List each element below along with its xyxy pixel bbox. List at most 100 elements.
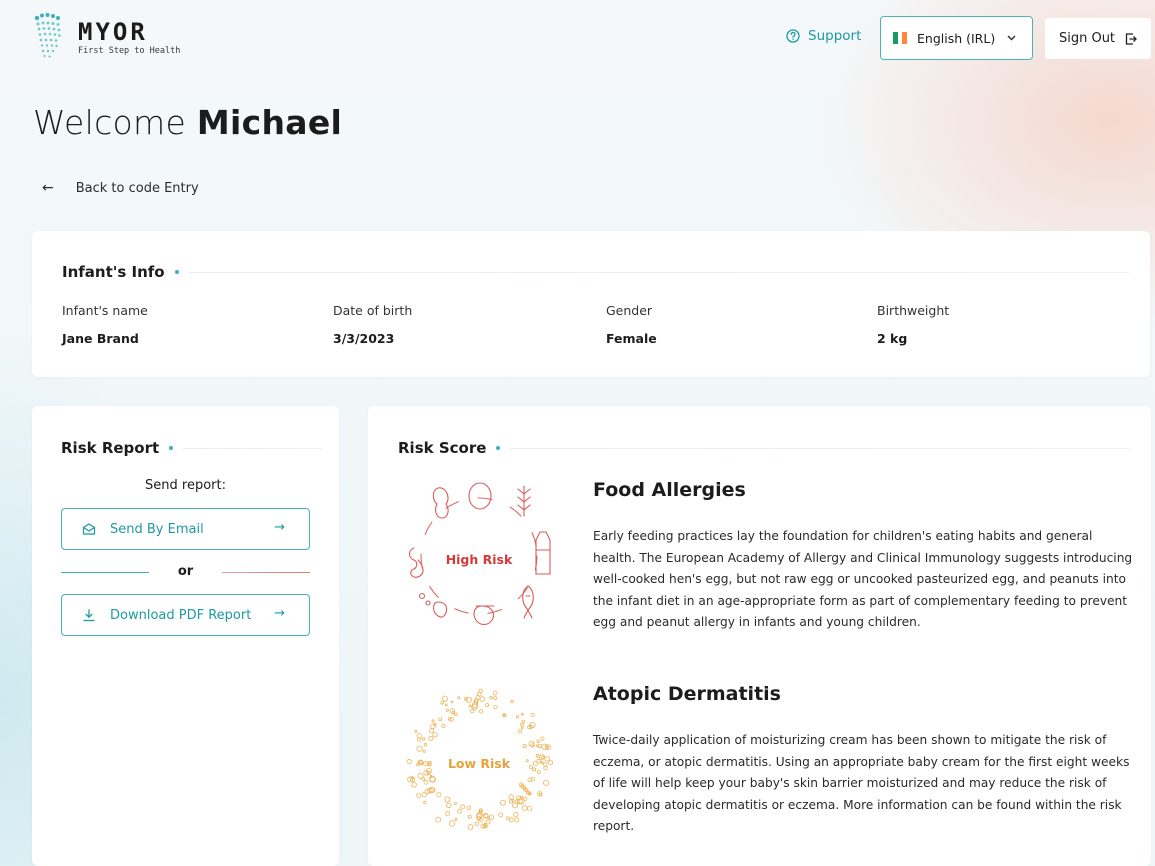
skin-dot bbox=[520, 712, 524, 716]
skin-dot bbox=[543, 779, 550, 786]
skin-dot bbox=[489, 695, 493, 700]
download-pdf-report-button[interactable]: Download PDF Report → bbox=[61, 594, 310, 636]
info-value: 2 kg bbox=[877, 331, 908, 346]
language-label: English (IRL) bbox=[917, 30, 996, 46]
skin-dot bbox=[411, 782, 417, 788]
infant-info-header: Infant's Info bbox=[62, 263, 1129, 281]
skin-dot bbox=[441, 723, 446, 728]
title-dot bbox=[169, 446, 174, 450]
risk-item-title: Atopic Dermatitis bbox=[593, 683, 781, 705]
title-dot bbox=[496, 446, 501, 450]
skin-dot bbox=[508, 817, 514, 823]
arrow-right-icon: → bbox=[274, 606, 285, 621]
skin-dot bbox=[453, 802, 457, 806]
logout-icon bbox=[1125, 32, 1137, 45]
skin-dot bbox=[485, 819, 491, 825]
back-link-label: Back to code Entry bbox=[75, 180, 199, 196]
skin-dot bbox=[423, 779, 429, 785]
skin-dot bbox=[416, 793, 422, 798]
skin-dot bbox=[484, 813, 489, 818]
skin-dot bbox=[414, 729, 418, 733]
info-field-gender: Gender Female bbox=[606, 303, 657, 347]
risk-score-card: Risk Score High Risk Food Allergies Earl… bbox=[368, 406, 1151, 866]
skin-dot bbox=[492, 690, 498, 696]
info-label: Date of birth bbox=[333, 303, 413, 318]
user-name: Michael bbox=[196, 103, 343, 142]
send-by-email-button[interactable]: Send By Email → bbox=[61, 508, 310, 550]
title-dot bbox=[174, 270, 179, 274]
top-header: MYOR First Step to Health Support Englis… bbox=[0, 0, 1155, 78]
skin-dot bbox=[508, 794, 514, 800]
info-field-name: Infant's name Jane Brand bbox=[62, 303, 148, 347]
skin-dot bbox=[469, 708, 475, 714]
page-title: Welcome Michael bbox=[33, 103, 342, 142]
myor-logo[interactable]: MYOR First Step to Health bbox=[32, 12, 202, 62]
download-icon bbox=[83, 609, 95, 622]
skin-dot bbox=[428, 728, 434, 734]
skin-dot bbox=[450, 700, 454, 704]
risk-item-text: Food Allergies Early feeding practices l… bbox=[593, 478, 1138, 634]
skin-dot bbox=[512, 811, 519, 818]
skin-dot bbox=[438, 717, 443, 722]
info-label: Gender bbox=[606, 303, 653, 318]
skin-dot bbox=[416, 733, 422, 739]
skin-dot bbox=[422, 750, 426, 753]
skin-dot bbox=[416, 745, 423, 752]
info-label: Infant's name bbox=[62, 303, 148, 318]
info-value: Female bbox=[606, 331, 657, 346]
skin-dot bbox=[498, 812, 504, 818]
skin-dot bbox=[485, 703, 490, 708]
infant-info-grid: Infant's name Jane Brand Date of birth 3… bbox=[62, 303, 1122, 353]
or-divider: or bbox=[61, 564, 310, 582]
support-link[interactable]: Support bbox=[786, 28, 861, 44]
skin-dot bbox=[457, 808, 462, 814]
skin-dot bbox=[521, 719, 526, 724]
skin-dot bbox=[478, 688, 483, 694]
skin-dot bbox=[445, 708, 449, 712]
risk-level-badge: Low Risk bbox=[447, 756, 511, 771]
skin-dot bbox=[479, 696, 486, 702]
skin-dot bbox=[523, 796, 528, 801]
skin-dot bbox=[522, 744, 527, 749]
info-field-birthweight: Birthweight 2 kg bbox=[877, 303, 949, 347]
skin-dot bbox=[540, 736, 545, 741]
skin-dot bbox=[457, 696, 461, 700]
skin-dot bbox=[479, 709, 484, 714]
infant-info-title: Infant's Info bbox=[62, 263, 165, 281]
sign-out-label: Sign Out bbox=[1058, 31, 1116, 46]
skin-dot bbox=[520, 722, 524, 727]
skin-dot bbox=[508, 799, 513, 804]
skin-dot bbox=[521, 805, 528, 811]
language-select[interactable]: English (IRL) bbox=[880, 16, 1033, 60]
risk-score-header: Risk Score bbox=[398, 439, 1131, 457]
logo-footprint-icon bbox=[34, 13, 61, 58]
skin-dot bbox=[446, 802, 452, 808]
skin-dot bbox=[442, 695, 449, 702]
risk-report-card: Risk Report Send report: Send By Email →… bbox=[32, 406, 339, 866]
risk-item-text: Atopic Dermatitis Twice-daily applicatio… bbox=[593, 682, 1138, 838]
logo-tagline: First Step to Health bbox=[78, 46, 181, 56]
skin-dot bbox=[468, 704, 472, 708]
skin-dot bbox=[493, 696, 498, 701]
ireland-flag-icon bbox=[893, 32, 908, 44]
skin-dot bbox=[514, 817, 520, 823]
skin-dot bbox=[454, 817, 458, 821]
arrow-right-icon: → bbox=[274, 520, 285, 535]
skin-dot bbox=[430, 723, 436, 730]
skin-dot bbox=[444, 796, 451, 803]
download-pdf-label: Download PDF Report bbox=[110, 607, 252, 623]
skin-dot bbox=[474, 821, 479, 826]
skin-dot bbox=[515, 715, 520, 719]
info-field-dob: Date of birth 3/3/2023 bbox=[333, 303, 412, 347]
skin-dot bbox=[527, 806, 533, 812]
chevron-down-icon bbox=[1007, 35, 1016, 41]
skin-dot bbox=[493, 705, 498, 710]
risk-item-title: Food Allergies bbox=[593, 479, 746, 501]
skin-dot bbox=[510, 699, 514, 704]
skin-dot bbox=[449, 708, 456, 714]
back-to-code-entry-link[interactable]: ← Back to code Entry bbox=[42, 180, 199, 196]
sign-out-button[interactable]: Sign Out bbox=[1045, 18, 1151, 59]
welcome-prefix: Welcome bbox=[33, 103, 187, 142]
skin-dot bbox=[432, 732, 438, 738]
skin-dot bbox=[530, 712, 535, 717]
